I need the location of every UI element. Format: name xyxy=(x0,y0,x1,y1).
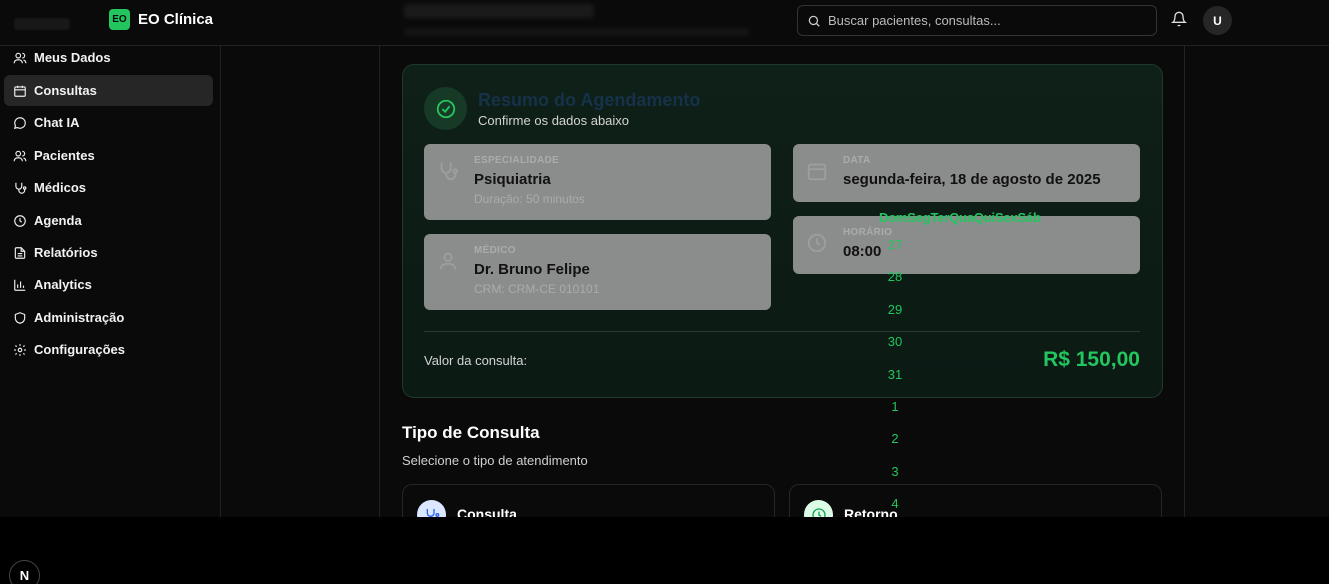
sidebar-item-label: Analytics xyxy=(34,277,92,292)
page-title-ghost xyxy=(404,4,594,18)
sidebar-item-label: Médicos xyxy=(34,180,87,195)
sidebar-item-agenda[interactable]: Agenda xyxy=(4,205,213,236)
sidebar-item-relatorios[interactable]: Relatórios xyxy=(4,237,213,268)
sidebar-item-meus-dados[interactable]: Meus Dados xyxy=(4,42,213,73)
main-content: Resumo do Agendamento Confirme os dados … xyxy=(221,46,1329,517)
clock-icon xyxy=(807,233,827,253)
search-icon xyxy=(808,15,820,27)
sidebar-item-administracao[interactable]: Administração xyxy=(4,302,213,333)
calendar-day[interactable]: 28 xyxy=(880,269,910,284)
horario-value: 08:00 xyxy=(843,243,882,260)
shield-icon xyxy=(14,311,26,324)
data-value: segunda-feira, 18 de agosto de 2025 xyxy=(843,171,1101,188)
sidebar-item-label: Consultas xyxy=(34,83,97,98)
medico-value: Dr. Bruno Felipe xyxy=(474,261,590,278)
summary-subtitle: Confirme os dados abaixo xyxy=(478,113,630,128)
users-icon xyxy=(13,52,27,63)
price-label: Valor da consulta: xyxy=(424,353,528,368)
tipo-consulta-subtitle: Selecione o tipo de atendimento xyxy=(402,453,588,468)
sidebar-item-label: Administração xyxy=(34,310,125,325)
sidebar-item-pacientes[interactable]: Pacientes xyxy=(4,140,213,171)
top-header: EO EO Clínica U xyxy=(0,0,1329,46)
file-icon xyxy=(14,246,26,259)
sidebar-item-label: Pacientes xyxy=(34,148,95,163)
check-circle-icon xyxy=(424,87,467,130)
calendar-icon xyxy=(807,163,827,181)
calendar-day[interactable]: 29 xyxy=(880,302,910,317)
calendar-icon xyxy=(14,85,26,97)
especialidade-label: ESPECIALIDADE xyxy=(474,155,560,166)
page-subtitle-ghost xyxy=(404,28,749,36)
especialidade-card: ESPECIALIDADE Psiquiatria Duração: 50 mi… xyxy=(424,144,771,220)
calendar-day[interactable]: 4 xyxy=(880,496,910,511)
sidebar-item-configuracoes[interactable]: Configurações xyxy=(4,334,213,365)
data-card: DATA segunda-feira, 18 de agosto de 2025 xyxy=(793,144,1140,202)
calendar-day[interactable]: 27 xyxy=(880,237,910,252)
users-icon xyxy=(13,150,27,161)
gear-icon xyxy=(14,343,26,356)
calendar-day[interactable]: 1 xyxy=(880,399,910,414)
calendar-day[interactable]: 2 xyxy=(880,431,910,446)
especialidade-duration: Duração: 50 minutos xyxy=(474,192,585,206)
stethoscope-icon xyxy=(417,500,446,517)
booking-summary-card: Resumo do Agendamento Confirme os dados … xyxy=(402,64,1163,398)
sidebar-item-medicos[interactable]: Médicos xyxy=(4,172,213,203)
sidebar-item-analytics[interactable]: Analytics xyxy=(4,269,213,300)
sidebar: Meus Dados Consultas Chat IA Pacientes M… xyxy=(0,46,221,517)
medico-card: MÉDICO Dr. Bruno Felipe CRM: CRM-CE 0101… xyxy=(424,234,771,310)
calendar-weekdays: DomSegTerQuaQuiSexSáb xyxy=(879,210,1041,225)
bar-chart-icon xyxy=(14,279,26,291)
calendar-day[interactable]: 30 xyxy=(880,334,910,349)
option-label: Consulta xyxy=(457,506,517,517)
header-ghost-text xyxy=(14,18,70,30)
especialidade-value: Psiquiatria xyxy=(474,171,551,188)
brand-name: EO Clínica xyxy=(138,11,214,28)
doctor-icon xyxy=(439,252,457,270)
search-input[interactable] xyxy=(828,13,1148,28)
avatar[interactable]: U xyxy=(1203,6,1232,35)
sidebar-item-label: Configurações xyxy=(34,342,126,357)
calendar-day[interactable]: 31 xyxy=(880,367,910,382)
summary-title: Resumo do Agendamento xyxy=(478,90,701,110)
sidebar-item-label: Chat IA xyxy=(34,115,80,130)
data-label: DATA xyxy=(843,155,871,166)
calendar-day[interactable]: 3 xyxy=(880,464,910,479)
sidebar-item-label: Relatórios xyxy=(34,245,98,260)
sidebar-item-label: Agenda xyxy=(34,213,82,228)
summary-divider xyxy=(424,331,1140,332)
stethoscope-icon xyxy=(15,182,27,194)
sidebar-item-label: Meus Dados xyxy=(34,50,111,65)
sidebar-item-chat-ia[interactable]: Chat IA xyxy=(4,107,213,138)
sidebar-item-consultas[interactable]: Consultas xyxy=(4,75,213,106)
clock-icon xyxy=(804,500,833,517)
option-retorno[interactable]: Retorno xyxy=(789,484,1162,517)
chat-icon xyxy=(13,116,26,129)
brand-logo: EO xyxy=(109,9,130,30)
medico-label: MÉDICO xyxy=(474,245,516,256)
tipo-consulta-title: Tipo de Consulta xyxy=(402,423,540,442)
stethoscope-icon xyxy=(440,162,459,181)
bell-icon[interactable] xyxy=(1171,11,1187,27)
medico-crm: CRM: CRM-CE 010101 xyxy=(474,282,600,296)
brand[interactable]: EO EO Clínica xyxy=(109,9,213,30)
dev-tools-badge[interactable]: N xyxy=(9,560,40,584)
clock-icon xyxy=(14,214,26,227)
option-consulta[interactable]: Consulta xyxy=(402,484,775,517)
search-bar[interactable] xyxy=(797,5,1157,36)
price-value: R$ 150,00 xyxy=(1043,348,1140,371)
